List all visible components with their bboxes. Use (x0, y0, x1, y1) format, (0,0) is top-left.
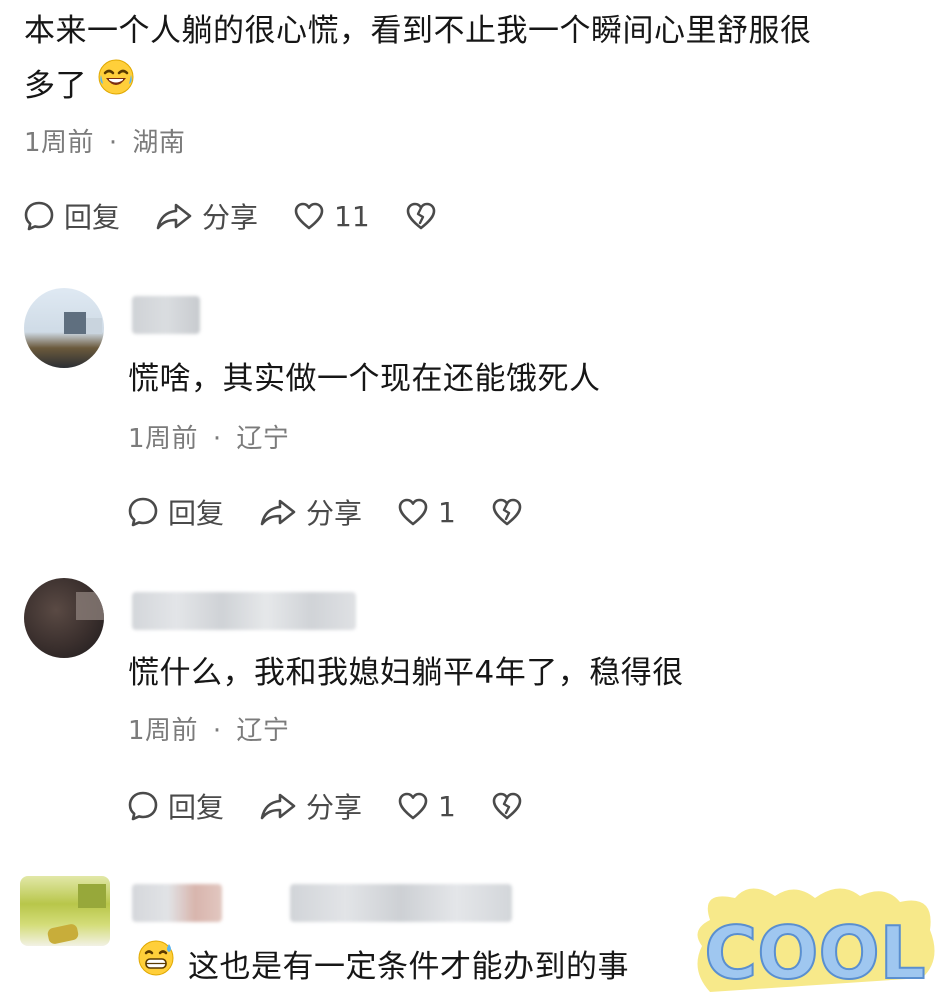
main-comment-line-2: 多了 (24, 67, 87, 104)
comment-time: 1周前 (128, 716, 199, 746)
main-comment-meta: 1周前 · 湖南 (24, 122, 185, 159)
reply-button[interactable]: 回复 (22, 196, 120, 236)
share-label: 分享 (306, 791, 363, 824)
reply-label: 回复 (64, 201, 121, 234)
avatar[interactable] (20, 876, 110, 946)
like-count: 1 (438, 495, 456, 529)
share-arrow-icon (258, 495, 306, 529)
avatar[interactable] (24, 288, 104, 368)
reply-1-actions: 回复 分享 1 (126, 492, 558, 532)
meta-separator: · (108, 128, 118, 158)
comment-location: 辽宁 (236, 424, 290, 454)
share-button[interactable]: 分享 (258, 492, 362, 532)
reply-button[interactable]: 回复 (126, 786, 224, 826)
username-blurred[interactable] (132, 296, 200, 334)
cool-sticker: COOL (690, 880, 940, 996)
like-button[interactable]: 1 (396, 789, 456, 823)
reply-label: 回复 (168, 791, 225, 824)
reply-label: 回复 (168, 497, 225, 530)
avatar[interactable] (24, 578, 104, 658)
username-blurred[interactable] (290, 884, 512, 922)
broken-heart-icon (490, 495, 524, 529)
heart-icon (396, 789, 438, 823)
username-blurred[interactable] (132, 592, 356, 630)
share-button[interactable]: 分享 (258, 786, 362, 826)
reply-3-text-row: 这也是有一定条件才能办到的事 (136, 938, 629, 995)
username-blurred[interactable] (132, 884, 222, 922)
main-comment-line-1: 本来一个人躺的很心慌，看到不止我一个瞬间心里舒服很 (24, 13, 812, 49)
dislike-button[interactable] (490, 789, 524, 823)
comment-bubble-icon (126, 495, 168, 529)
reply-2-actions: 回复 分享 1 (126, 786, 558, 826)
dislike-button[interactable] (404, 199, 438, 233)
share-arrow-icon (154, 199, 202, 233)
comment-bubble-icon (126, 789, 168, 823)
like-count: 11 (334, 199, 370, 233)
comment-location: 湖南 (132, 128, 186, 158)
comment-time: 1周前 (24, 128, 95, 158)
heart-icon (396, 495, 438, 529)
grin-sweat-emoji-icon (136, 938, 176, 995)
reply-button[interactable]: 回复 (126, 492, 224, 532)
share-label: 分享 (306, 497, 363, 530)
like-count: 1 (438, 789, 456, 823)
reply-1-text: 慌啥，其实做一个现在还能饿死人 (128, 361, 601, 397)
comment-time: 1周前 (128, 424, 199, 454)
main-comment-text: 本来一个人躺的很心慌，看到不止我一个瞬间心里舒服很 多了 (24, 4, 904, 113)
share-label: 分享 (202, 201, 259, 234)
main-comment-line-2-row: 多了 (24, 58, 904, 113)
comment-bubble-icon (22, 199, 64, 233)
main-comment-actions: 回复 分享 11 (22, 196, 472, 236)
reply-1-meta: 1周前 · 辽宁 (128, 418, 289, 455)
reply-3-text: 这也是有一定条件才能办到的事 (188, 948, 629, 985)
like-button[interactable]: 11 (292, 199, 370, 233)
comment-location: 辽宁 (236, 716, 290, 746)
dislike-button[interactable] (490, 495, 524, 529)
reply-2-meta: 1周前 · 辽宁 (128, 710, 289, 747)
share-button[interactable]: 分享 (154, 196, 258, 236)
reply-2-text: 慌什么，我和我媳妇躺平4年了，稳得很 (128, 655, 684, 691)
heart-icon (292, 199, 334, 233)
meta-separator: · (212, 424, 222, 454)
broken-heart-icon (490, 789, 524, 823)
broken-heart-icon (404, 199, 438, 233)
laugh-cry-emoji-icon (97, 58, 135, 113)
cool-sticker-text: COOL (704, 911, 925, 992)
meta-separator: · (212, 716, 222, 746)
share-arrow-icon (258, 789, 306, 823)
like-button[interactable]: 1 (396, 495, 456, 529)
